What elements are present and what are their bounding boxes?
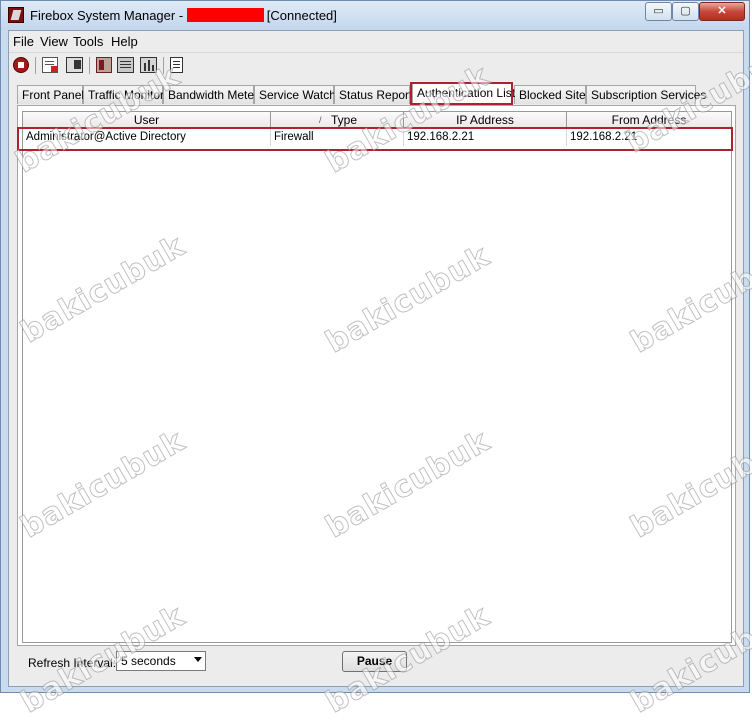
report-icon[interactable] [42, 57, 58, 73]
tab-subscription-services[interactable]: Subscription Services [586, 85, 706, 104]
stop-icon[interactable] [13, 57, 29, 73]
column-header-user[interactable]: User [23, 112, 271, 128]
authentication-list-panel: User / Type IP Address From Address Admi… [17, 105, 736, 646]
communication-log-icon[interactable] [170, 57, 183, 73]
window-title-prefix: Firebox System Manager - [30, 8, 187, 23]
menu-tools[interactable]: Tools [73, 34, 103, 49]
menu-file[interactable]: File [13, 34, 34, 49]
hostwatch-icon[interactable] [96, 57, 112, 73]
tab-service-watch[interactable]: Service Watch [254, 85, 336, 104]
column-header-from-address[interactable]: From Address [567, 112, 731, 128]
minimize-button[interactable]: ▭ [645, 2, 672, 21]
authentication-table: User / Type IP Address From Address Admi… [22, 111, 732, 643]
close-button[interactable]: ✕ [699, 2, 745, 21]
column-header-type[interactable]: / Type [271, 112, 404, 128]
log-icon[interactable] [117, 57, 134, 73]
title-bar[interactable]: Firebox System Manager - [Connected] ▭ ▢… [1, 1, 749, 30]
menu-view[interactable]: View [40, 34, 68, 49]
column-header-ip-address[interactable]: IP Address [404, 112, 567, 128]
refresh-interval-label: Refresh Interval: [28, 656, 117, 670]
refresh-interval-select[interactable]: 5 seconds [116, 651, 206, 671]
row-highlight-box [17, 127, 733, 151]
toolbar-separator [89, 57, 90, 74]
window-title-status: [Connected] [266, 8, 337, 23]
toolbar-separator [35, 57, 36, 74]
tab-bandwidth-meter[interactable]: Bandwidth Meter [163, 85, 258, 104]
footer-bar: Refresh Interval: 5 seconds Pause [8, 649, 744, 679]
tab-blocked-sites[interactable]: Blocked Sites [514, 85, 592, 104]
pause-button[interactable]: Pause [342, 651, 407, 672]
column-header-type-label: Type [330, 113, 357, 127]
performance-icon[interactable] [140, 57, 157, 73]
window-title: Firebox System Manager - [Connected] [30, 8, 337, 23]
menu-bar: File View Tools Help [9, 31, 743, 51]
app-window: Firebox System Manager - [Connected] ▭ ▢… [0, 0, 750, 693]
tab-front-panel[interactable]: Front Panel [17, 85, 84, 104]
firebox-app-icon[interactable] [8, 7, 24, 23]
tab-authentication-list[interactable]: Authentication List [412, 83, 515, 105]
tab-traffic-monitor[interactable]: Traffic Monitor [83, 85, 164, 104]
toolbar-separator [163, 57, 164, 74]
policy-icon[interactable] [66, 57, 83, 73]
tab-status-report[interactable]: Status Report [334, 85, 412, 104]
menu-help[interactable]: Help [111, 34, 138, 49]
chevron-down-icon [194, 657, 202, 662]
tab-strip: Front Panel Traffic Monitor Bandwidth Me… [17, 83, 749, 105]
toolbar [9, 52, 743, 77]
refresh-interval-value: 5 seconds [121, 654, 176, 668]
redacted-device-name [186, 8, 264, 22]
maximize-button[interactable]: ▢ [672, 2, 699, 21]
sort-indicator: / [319, 115, 322, 125]
